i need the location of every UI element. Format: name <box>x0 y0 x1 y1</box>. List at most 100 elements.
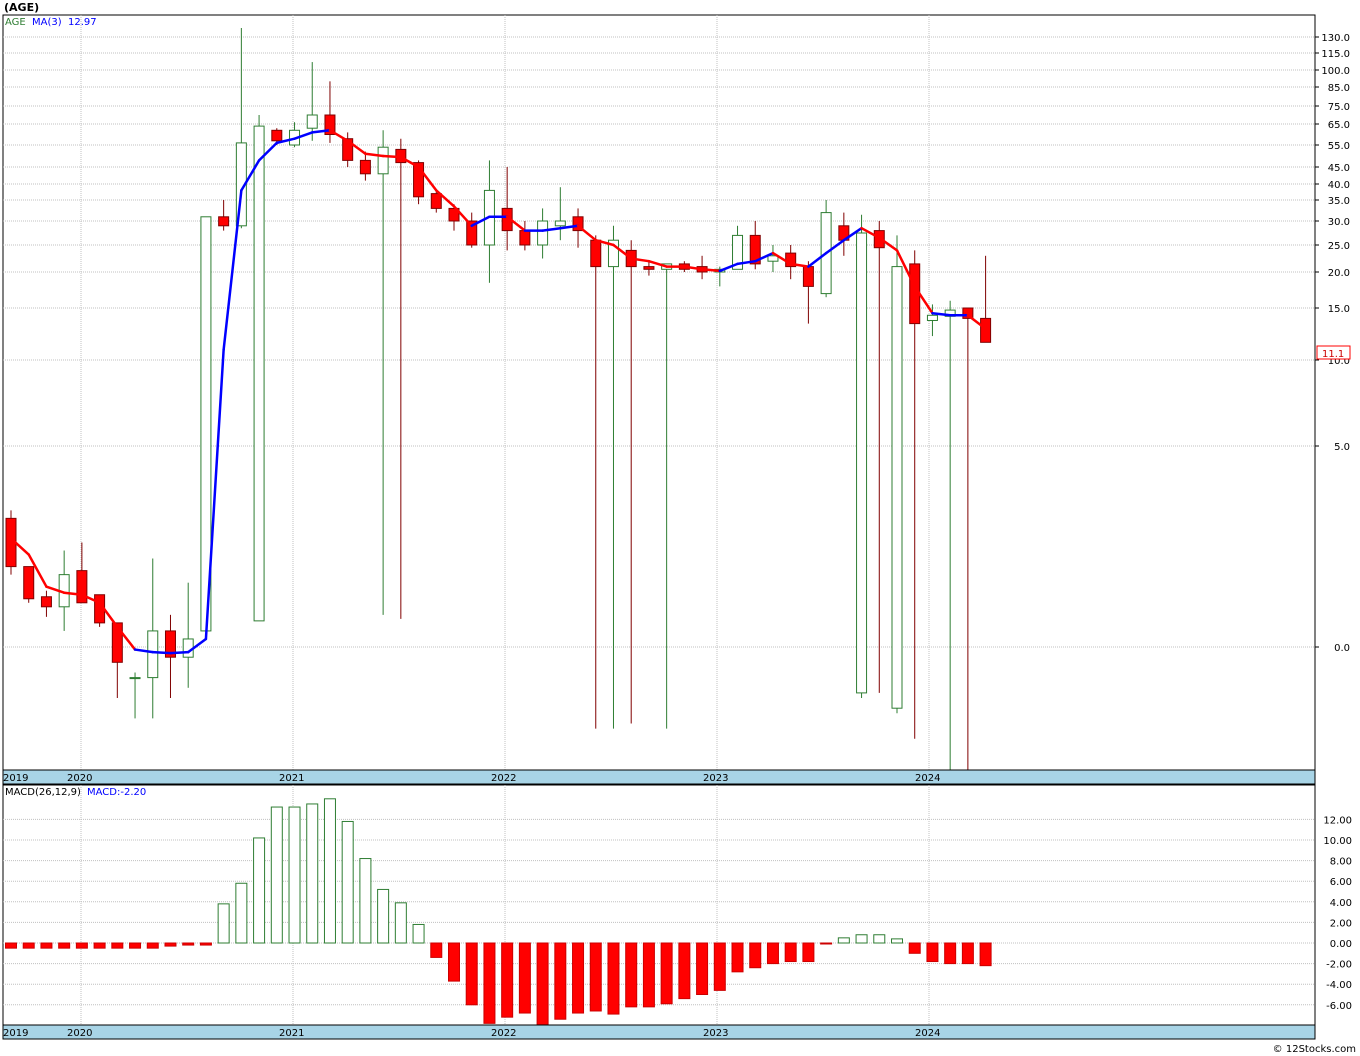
ma3-segment <box>169 650 190 655</box>
macd-bar <box>412 923 425 944</box>
macd-x-year-label: 2019 <box>3 1028 28 1039</box>
ma3-segment <box>381 154 403 159</box>
candle-body <box>590 239 602 268</box>
macd-bar <box>75 942 88 949</box>
price-y-tick-label: 45.0 <box>1328 163 1350 174</box>
macd-bar <box>465 942 478 1006</box>
macd-bar <box>944 942 957 965</box>
candle-body <box>643 266 655 270</box>
macd-y-tick-label: 6.00 <box>1330 877 1352 888</box>
macd-legend-value: MACD:-2.20 <box>87 787 146 798</box>
macd-x-year-label: 2021 <box>279 1028 304 1039</box>
macd-bar <box>961 942 974 965</box>
candle-body <box>926 314 938 321</box>
macd-bar <box>448 942 460 982</box>
price-y-tick-label: 0.0 <box>1334 643 1350 654</box>
price-x-year-label: 2019 <box>3 773 28 784</box>
candle-body <box>980 317 992 343</box>
macd-y-axis: 12.00 10.00 8.00 6.00 4.00 2.00 0.00 -2.00 -4.00… <box>1323 815 1352 1011</box>
price-y-tick-label: 130.0 <box>1321 33 1350 44</box>
macd-bar <box>855 934 868 944</box>
macd-bar <box>642 942 655 1008</box>
macd-bar <box>217 903 230 944</box>
macd-bar <box>554 942 567 1020</box>
macd-y-tick-label: 2.00 <box>1330 918 1352 929</box>
macd-bar <box>5 942 17 949</box>
macd-bar <box>129 942 142 949</box>
macd-y-tick-label: 4.00 <box>1330 898 1352 909</box>
candle-body <box>218 216 230 227</box>
macd-bar <box>979 942 992 967</box>
price-y-axis: 130.0 115.0 100.0 85.0 75.0 65.0 55.0 45.0 40.0 3… <box>1315 33 1350 654</box>
macd-bar <box>58 942 71 949</box>
candle-body <box>76 570 88 604</box>
candle-body <box>253 125 265 622</box>
candle-body <box>856 232 868 694</box>
macd-bar <box>589 942 602 1012</box>
price-y-tick-label: 20.0 <box>1328 268 1350 279</box>
price-y-tick-label: 40.0 <box>1328 180 1350 191</box>
macd-bar <box>696 942 709 995</box>
candle-body <box>23 566 35 600</box>
price-y-tick-label: 35.0 <box>1328 196 1350 207</box>
price-y-tick-label: 15.0 <box>1328 304 1350 315</box>
macd-x-year-label: 2020 <box>67 1028 92 1039</box>
candle-body <box>40 596 52 608</box>
macd-bar <box>270 806 283 944</box>
macd-bar <box>483 942 496 1024</box>
candle-body <box>519 230 531 246</box>
candle-body <box>271 129 283 142</box>
macd-bar <box>607 942 620 1015</box>
macd-bar <box>235 882 248 944</box>
price-y-tick-label: 5.0 <box>1334 442 1350 453</box>
macd-y-tick-label: -2.00 <box>1326 960 1352 971</box>
candle <box>820 200 832 298</box>
candle <box>856 214 868 698</box>
price-panel-frame <box>2 14 1316 771</box>
macd-bar <box>323 798 336 944</box>
price-x-year-label: 2024 <box>915 773 940 784</box>
ma3-segment <box>151 650 172 655</box>
candle-body <box>802 266 814 287</box>
macd-bar <box>536 942 549 1028</box>
candle-body <box>306 114 318 129</box>
macd-bar <box>377 888 390 944</box>
macd-bar <box>518 942 531 1014</box>
price-y-tick-label: 75.0 <box>1328 102 1350 113</box>
macd-bar <box>766 942 779 965</box>
price-y-tick-label: 100.0 <box>1321 66 1350 77</box>
macd-bar <box>873 934 886 944</box>
macd-bar <box>182 942 195 946</box>
price-y-tick-label: 115.0 <box>1321 49 1350 60</box>
price-y-tick-label: 55.0 <box>1328 141 1350 152</box>
price-y-tick-label: 25.0 <box>1328 241 1350 252</box>
candle-body <box>891 266 903 709</box>
macd-y-tick-label: 0.00 <box>1330 939 1352 950</box>
macd-bar <box>501 942 514 1018</box>
macd-bar <box>199 942 212 946</box>
legend-ma: MA(3) <box>32 17 62 28</box>
macd-bar <box>837 937 850 944</box>
copyright: © 12Stocks.com <box>1273 1044 1356 1055</box>
macd-bar <box>678 942 691 1000</box>
macd-x-year-label: 2022 <box>491 1028 516 1039</box>
macd-y-tick-label: 10.00 <box>1323 836 1352 847</box>
macd-bar <box>713 942 726 991</box>
macd-x-year-label: 2024 <box>915 1028 940 1039</box>
macd-bar <box>820 942 833 945</box>
candle <box>94 594 106 627</box>
macd-bar <box>288 806 301 944</box>
candle-body <box>377 146 389 175</box>
macd-x-year-label: 2023 <box>703 1028 728 1039</box>
macd-y-tick-label: -4.00 <box>1326 980 1352 991</box>
macd-bar <box>749 942 762 969</box>
price-x-year-label: 2020 <box>67 773 92 784</box>
macd-bar <box>908 942 921 954</box>
candle-body <box>537 220 549 246</box>
price-y-tick-label: 85.0 <box>1328 83 1350 94</box>
macd-bar <box>146 942 159 949</box>
macd-panel-frame <box>2 784 1316 1026</box>
macd-bar <box>572 942 585 1014</box>
price-x-year-label: 2023 <box>703 773 728 784</box>
macd-bar <box>40 942 53 949</box>
